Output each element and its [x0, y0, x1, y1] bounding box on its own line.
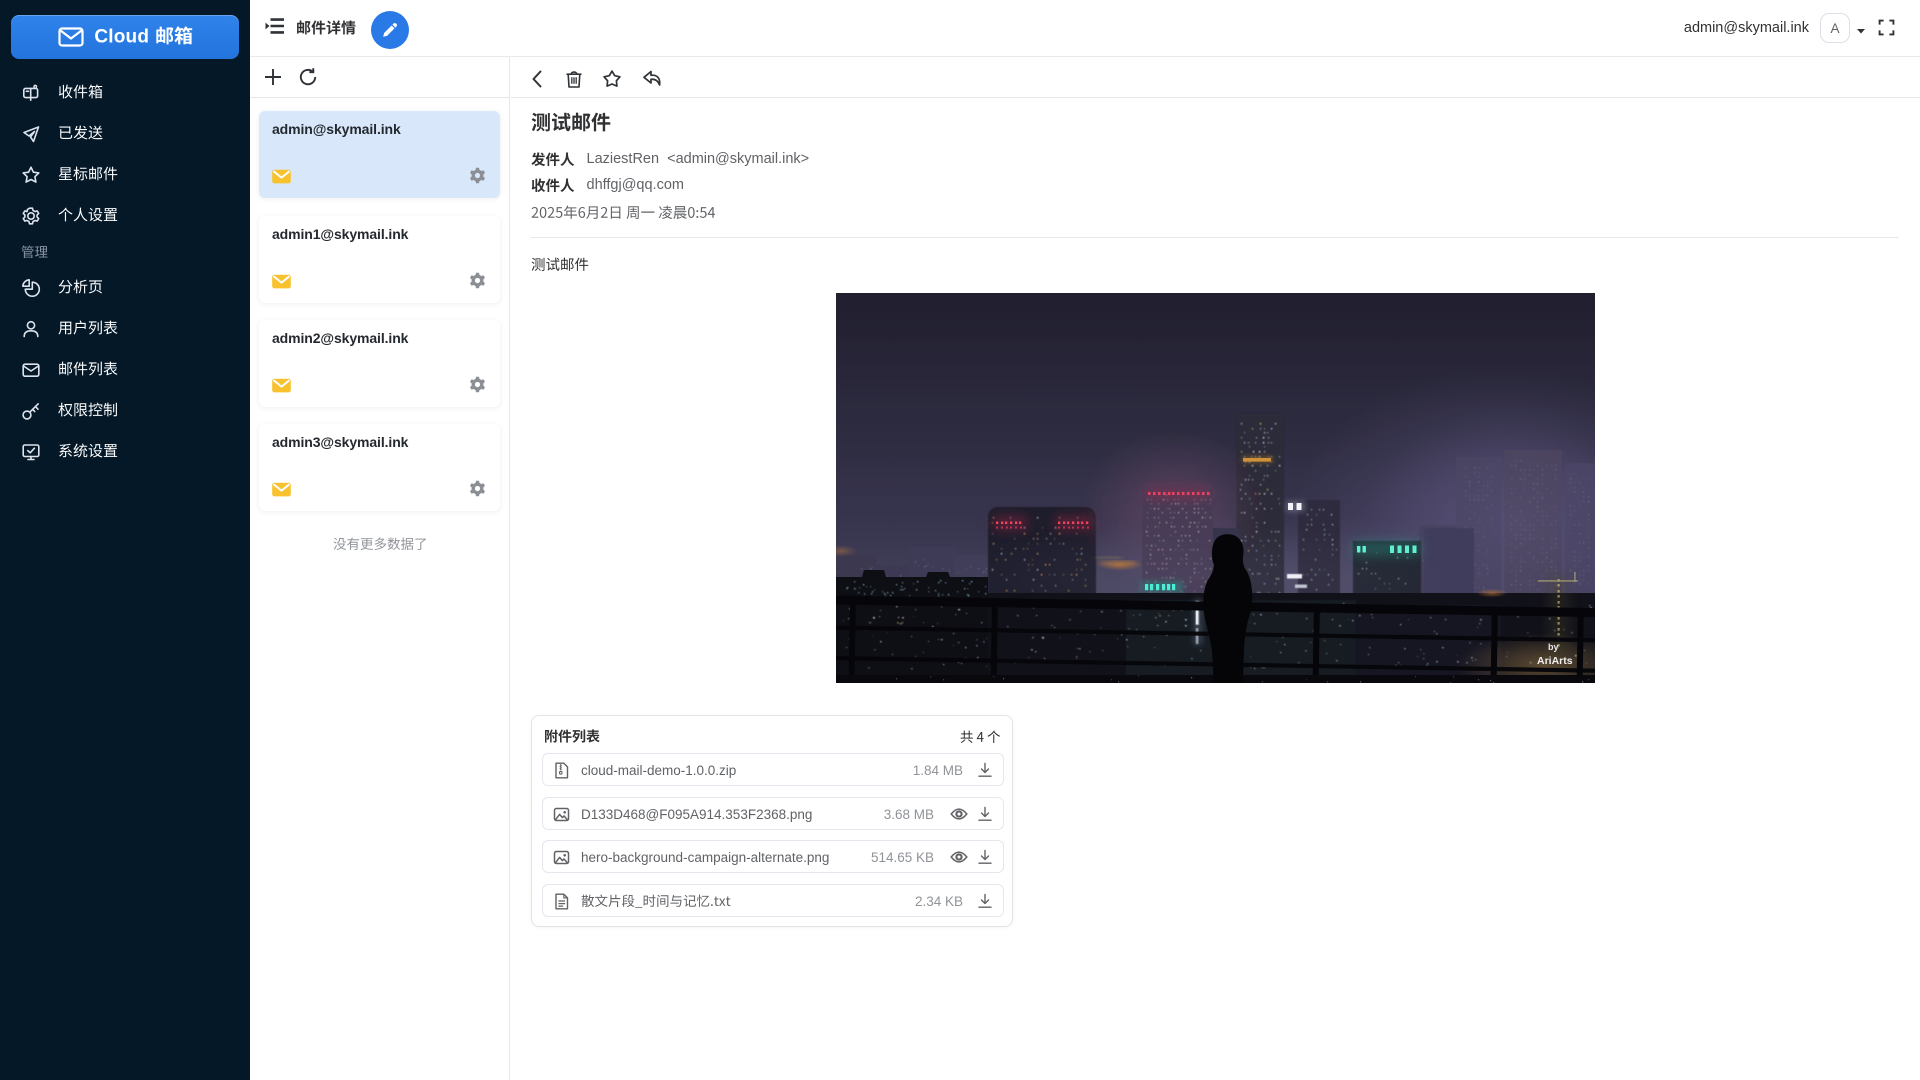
svg-text:by: by [1548, 642, 1559, 652]
svg-text:AriArts: AriArts [1537, 655, 1573, 667]
